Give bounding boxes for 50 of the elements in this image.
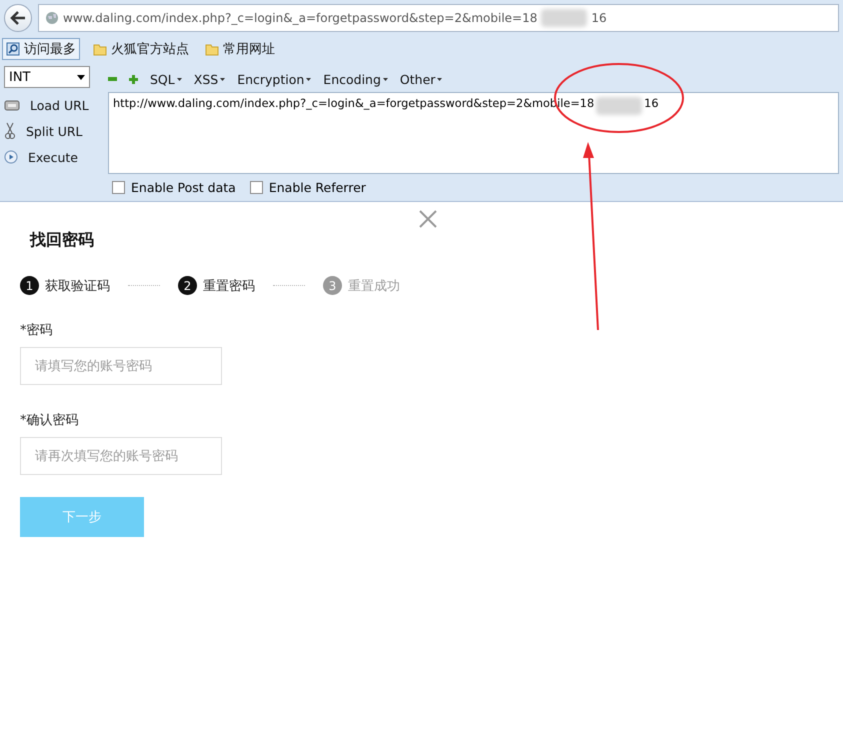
type-dropdown[interactable]: INT — [4, 66, 90, 88]
checkbox-label: Enable Post data — [131, 180, 236, 195]
caret-icon — [176, 78, 182, 80]
close-button[interactable] — [418, 210, 438, 230]
step-number: 1 — [20, 276, 39, 295]
checkbox[interactable] — [112, 181, 125, 194]
scissors-icon — [4, 122, 16, 140]
plus-icon[interactable] — [129, 74, 138, 84]
url-text-end: 16 — [644, 97, 659, 110]
menu-button[interactable]: Encryption — [237, 72, 312, 86]
step-label: 重置密码 — [203, 278, 255, 294]
dialog-title: 找回密码 — [28, 230, 95, 251]
field-label: *密码 — [20, 322, 54, 339]
menu-button[interactable]: SQL — [150, 72, 182, 86]
step-number: 3 — [323, 276, 342, 295]
action-button[interactable]: Split URL — [4, 122, 104, 140]
bookmark[interactable]: 火狐官方站点 — [90, 39, 192, 59]
back-button[interactable] — [4, 4, 32, 32]
action-button[interactable]: Execute — [4, 148, 104, 166]
minus-icon[interactable] — [108, 76, 117, 82]
caret-icon — [220, 78, 226, 80]
caret-icon — [437, 78, 442, 80]
search-icon — [6, 42, 20, 56]
bookmark[interactable]: 访问最多 — [2, 38, 80, 60]
menu-button[interactable]: Other — [400, 72, 442, 86]
caret-icon — [306, 78, 312, 80]
menu-button[interactable]: Encoding — [323, 72, 388, 86]
blurred-text — [541, 9, 588, 27]
step-number: 2 — [178, 276, 197, 295]
bookmark[interactable]: 常用网址 — [202, 39, 278, 59]
caret-icon — [77, 74, 85, 80]
folder-icon — [93, 42, 107, 56]
step-label: 获取验证码 — [45, 278, 110, 294]
back-arrow-icon — [10, 11, 26, 25]
action-button[interactable]: Load URL — [4, 96, 104, 114]
checkbox[interactable] — [250, 181, 263, 194]
folder-icon — [205, 42, 219, 56]
step-label: 重置成功 — [348, 278, 400, 294]
globe-icon — [45, 11, 59, 25]
checkbox-label: Enable Referrer — [268, 180, 366, 195]
address-text-end: 16 — [591, 11, 607, 25]
menu-button[interactable]: XSS — [194, 72, 226, 86]
password-field[interactable]: 请再次填写您的账号密码 — [20, 437, 222, 475]
field-label: *确认密码 — [20, 412, 80, 429]
address-text: www.daling.com/index.php?_c=login&_a=forgetpassword&step=2&mobile=18 — [63, 11, 538, 25]
blurred-text — [596, 97, 642, 115]
caret-icon — [382, 78, 388, 80]
password-field[interactable]: 请填写您的账号密码 — [20, 347, 222, 385]
address-bar[interactable]: www.daling.com/index.php?_c=login&_a=forgetpassword&step=2&mobile=18 16 — [38, 4, 839, 32]
play-icon — [4, 150, 18, 164]
